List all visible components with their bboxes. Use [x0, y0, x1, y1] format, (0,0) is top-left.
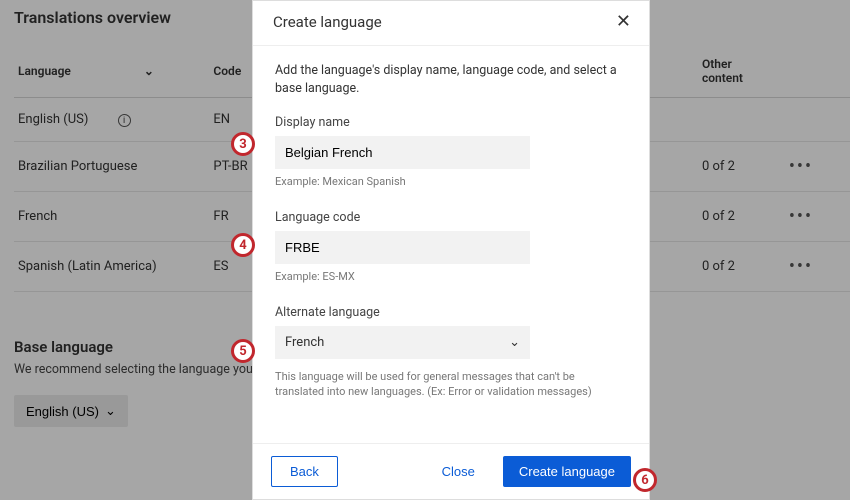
modal-title: Create language	[273, 13, 382, 31]
close-button[interactable]: Close	[432, 457, 485, 486]
callout-5: 5	[231, 339, 255, 363]
create-language-button[interactable]: Create language	[503, 456, 631, 487]
alt-language-label: Alternate language	[275, 305, 627, 320]
callout-6: 6	[633, 468, 657, 492]
alt-language-value: French	[285, 335, 324, 350]
back-button[interactable]: Back	[271, 456, 338, 487]
callout-3: 3	[231, 132, 255, 156]
display-name-hint: Example: Mexican Spanish	[275, 175, 627, 188]
language-code-hint: Example: ES-MX	[275, 270, 627, 283]
callout-4: 4	[231, 233, 255, 257]
display-name-label: Display name	[275, 115, 627, 130]
language-code-label: Language code	[275, 210, 627, 225]
language-code-input[interactable]	[275, 231, 530, 264]
modal-intro: Add the language's display name, languag…	[275, 62, 627, 97]
alt-language-hint: This language will be used for general m…	[275, 369, 625, 400]
close-icon[interactable]: ✕	[616, 13, 631, 31]
chevron-down-icon: ⌄	[509, 335, 520, 350]
create-language-modal: Create language ✕ Add the language's dis…	[252, 0, 650, 500]
alt-language-select[interactable]: French ⌄	[275, 326, 530, 359]
display-name-input[interactable]	[275, 136, 530, 169]
